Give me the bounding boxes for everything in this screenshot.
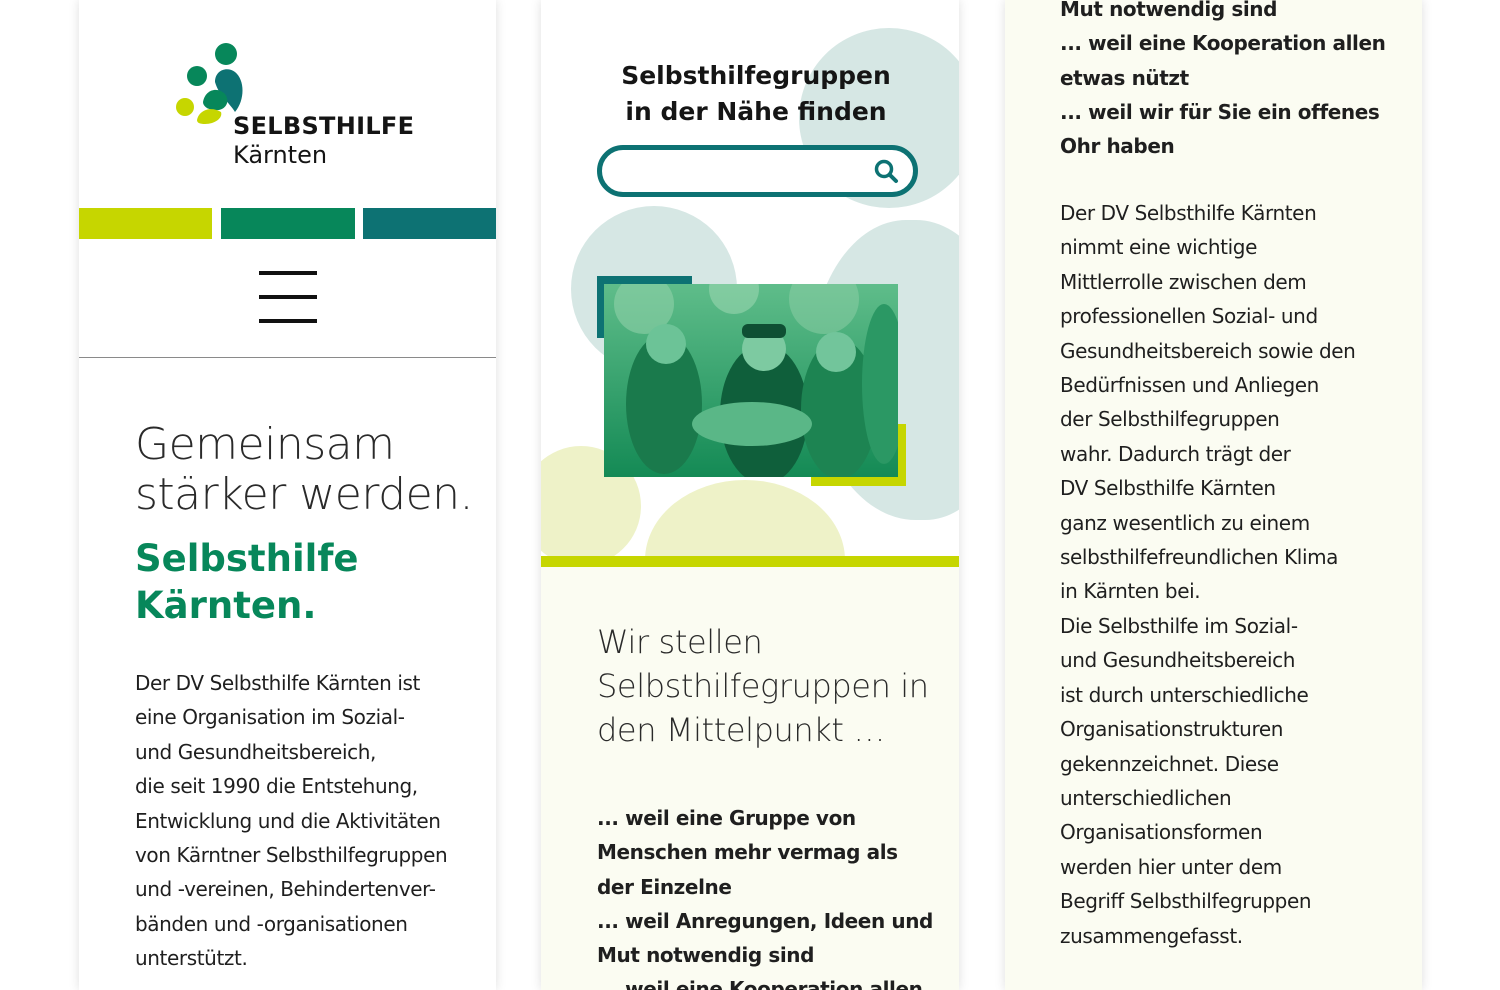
logo-title: SELBSTHILFE [233,112,415,140]
mobile-screen-home: SELBSTHILFE Kärnten Gemeinsam stärker we… [79,0,496,990]
hamburger-menu-icon[interactable] [259,271,317,327]
section-heading: Wir stellen Selbsthilfegruppen in den Mi… [597,623,929,749]
header-divider [79,357,496,358]
site-logo[interactable]: SELBSTHILFE Kärnten [175,40,415,170]
logo-subtitle: Kärnten [233,141,328,169]
magnifier-icon[interactable] [873,158,899,184]
search-title: Selbsthilfegruppen in der Nähe finden [621,61,891,126]
mobile-screen-about: Mut notwendig sind ... weil eine Koopera… [1005,0,1422,990]
mobile-screen-search: Selbsthilfegruppen in der Nähe finden Wi… [541,0,959,990]
reasons-list: ... weil eine Gruppe von Menschen mehr v… [597,806,933,990]
group-photo-hands-together [604,284,898,477]
about-paragraph: Der DV Selbsthilfe Kärnten nimmt eine wi… [1060,201,1356,948]
brand-stripe-teal [363,208,496,239]
hero-subheadline: Selbsthilfe Kärnten. [135,537,359,627]
brand-stripe-green [221,208,355,239]
intro-paragraph: Der DV Selbsthilfe Kärnten ist eine Orga… [135,671,448,971]
search-input[interactable] [597,145,918,197]
hero-headline: Gemeinsam stärker werden. [135,419,474,520]
reasons-list-continued: Mut notwendig sind ... weil eine Koopera… [1060,0,1386,159]
section-divider-lime [541,556,959,567]
brand-stripe-lime [79,208,212,239]
